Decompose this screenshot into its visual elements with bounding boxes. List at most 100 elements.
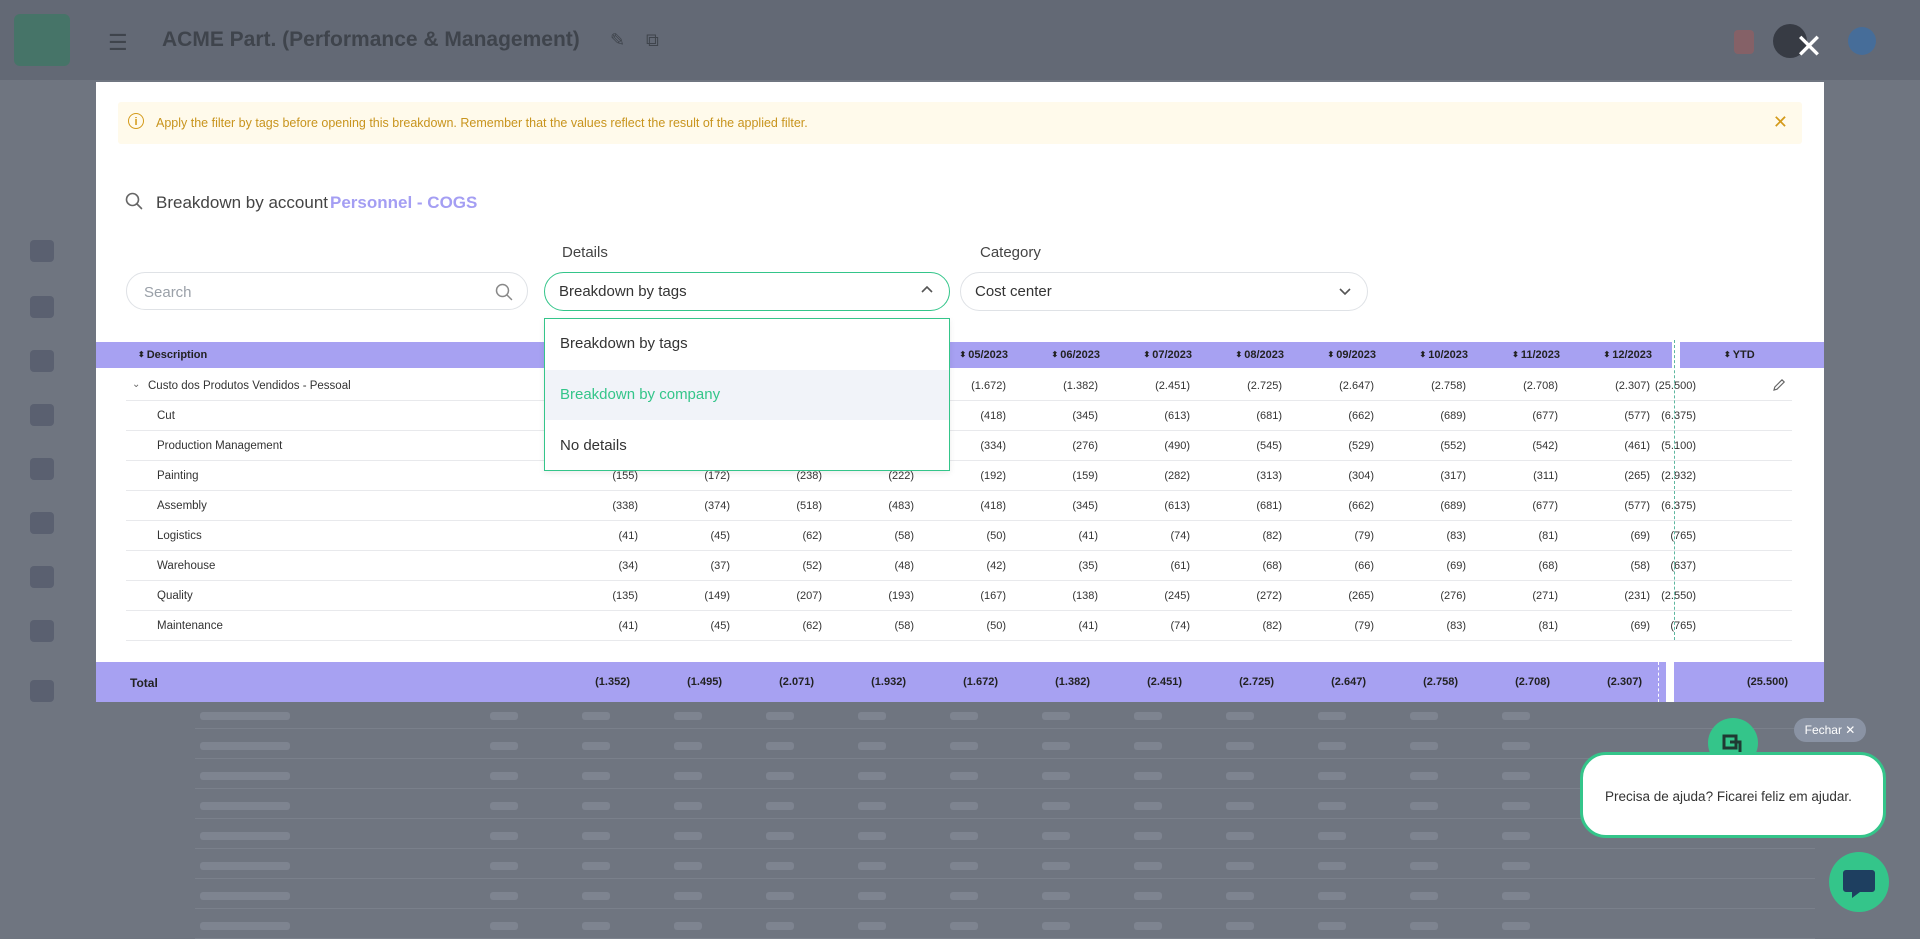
table-cell: (81) <box>1538 530 1558 542</box>
sort-icon: ⬍ <box>138 350 145 359</box>
sort-icon: ⬍ <box>1235 350 1243 359</box>
sidebar-icon <box>30 680 54 702</box>
background-cell <box>200 862 290 870</box>
background-row <box>195 788 1815 789</box>
column-header-label: 06/2023 <box>1060 349 1100 361</box>
sort-icon: ⬍ <box>959 350 967 359</box>
table-cell: (83) <box>1446 620 1466 632</box>
table-cell: (311) <box>1533 470 1558 482</box>
table-row[interactable]: Logistics (41) (45) (62) (58) (50) (41) (74) (82… <box>126 520 1792 551</box>
table-cell: (338) <box>612 500 638 512</box>
background-cell <box>1042 892 1070 900</box>
table-cell-ytd: (2.550) <box>1661 590 1696 602</box>
details-select[interactable]: Breakdown by tags <box>544 272 950 311</box>
table-cell-ytd: (637) <box>1670 560 1696 572</box>
background-cell <box>1318 802 1346 810</box>
column-header-month[interactable]: ⬍ 06/2023 <box>1038 349 1100 361</box>
search-field[interactable] <box>126 272 528 310</box>
column-header-month[interactable]: ⬍ 08/2023 <box>1222 349 1284 361</box>
details-select-value: Breakdown by tags <box>559 283 687 300</box>
background-cell <box>1318 742 1346 750</box>
row-description: Logistics <box>157 530 202 542</box>
background-cell <box>490 862 518 870</box>
background-cell <box>1226 772 1254 780</box>
table-row[interactable]: Warehouse (34) (37) (52) (48) (42) (35) (61) (68… <box>126 550 1792 581</box>
sidebar-icon <box>30 404 54 426</box>
background-cell <box>1134 832 1162 840</box>
total-divider <box>1658 662 1659 702</box>
column-header-month[interactable]: ⬍ 07/2023 <box>1130 349 1192 361</box>
background-cell <box>1410 712 1438 720</box>
category-select[interactable]: Cost center <box>960 272 1368 311</box>
table-cell: (2.758) <box>1431 380 1466 392</box>
table-row[interactable]: Painting (155) (172) (238) (222) (192) (159) (2… <box>126 460 1792 491</box>
table-cell: (662) <box>1348 500 1374 512</box>
background-cell <box>200 802 290 810</box>
column-header-month[interactable]: ⬍ 09/2023 <box>1314 349 1376 361</box>
dropdown-option-tags[interactable]: Breakdown by tags <box>545 319 949 369</box>
background-cell <box>490 922 518 930</box>
column-header-month[interactable]: ⬍ 11/2023 <box>1498 349 1560 361</box>
search-icon <box>495 283 513 306</box>
background-cell <box>1318 892 1346 900</box>
background-cell <box>766 772 794 780</box>
background-cell <box>858 712 886 720</box>
background-cell <box>1134 892 1162 900</box>
background-cell <box>674 832 702 840</box>
column-header-month[interactable]: ⬍ 12/2023 <box>1590 349 1652 361</box>
background-cell <box>674 892 702 900</box>
table-row-parent[interactable]: ⌄ Custo dos Produtos Vendidos - Pessoal (1… <box>126 370 1792 401</box>
column-header-ytd[interactable]: ⬍ YTD <box>1724 349 1755 361</box>
total-label: Total <box>130 676 158 690</box>
row-description: Maintenance <box>157 620 223 632</box>
edit-icon[interactable] <box>1772 378 1786 397</box>
collapse-icon[interactable]: ⌄ <box>132 379 140 390</box>
details-dropdown-menu: Breakdown by tags Breakdown by company N… <box>544 318 950 471</box>
background-cell <box>1502 922 1530 930</box>
background-cell <box>1502 892 1530 900</box>
sort-icon: ⬍ <box>1724 350 1731 359</box>
table-cell: (62) <box>802 530 822 542</box>
table-cell: (2.647) <box>1339 380 1374 392</box>
table-cell: (35) <box>1078 560 1098 572</box>
background-cell <box>858 892 886 900</box>
search-input[interactable] <box>142 283 476 302</box>
background-cell <box>766 892 794 900</box>
table-cell: (62) <box>802 620 822 632</box>
background-cell <box>766 712 794 720</box>
background-cell <box>1042 862 1070 870</box>
dropdown-option-company[interactable]: Breakdown by company <box>545 370 949 420</box>
table-row[interactable]: Production Management (334) (276) (490) (545… <box>126 430 1792 461</box>
table-cell: (418) <box>980 500 1006 512</box>
background-cell <box>1318 862 1346 870</box>
app-logo <box>14 14 70 66</box>
chat-message-bubble[interactable]: Precisa de ajuda? Ficarei feliz em ajuda… <box>1580 752 1886 838</box>
alert-close-button[interactable]: ✕ <box>1773 112 1788 133</box>
table-cell: (304) <box>1348 470 1374 482</box>
table-cell: (79) <box>1354 620 1374 632</box>
chat-launcher-button[interactable] <box>1829 852 1889 912</box>
table-header: ⬍ Description ⬍ 05/2023 ⬍ 06/2023 ⬍ 07/2023 ⬍ 08… <box>96 342 1824 368</box>
table-row[interactable]: Cut (418) (345) (613) (681) (662) (689) (677) (5… <box>126 400 1792 431</box>
background-cell <box>582 832 610 840</box>
total-cell: (2.708) <box>1515 676 1550 688</box>
table-cell: (313) <box>1256 470 1282 482</box>
table-row[interactable]: Maintenance (41) (45) (62) (58) (50) (41) (74) (… <box>126 610 1792 641</box>
table-row[interactable]: Assembly (338) (374) (518) (483) (418) (345) (6… <box>126 490 1792 521</box>
table-cell: (66) <box>1354 560 1374 572</box>
chat-message: Precisa de ajuda? Ficarei feliz em ajuda… <box>1605 789 1852 804</box>
background-cell <box>1502 772 1530 780</box>
background-cell <box>200 922 290 930</box>
breakdown-modal: i Apply the filter by tags before openin… <box>96 82 1824 702</box>
column-header-month[interactable]: ⬍ 10/2023 <box>1406 349 1468 361</box>
column-header-month[interactable]: ⬍ 05/2023 <box>946 349 1008 361</box>
table-row[interactable]: Quality (135) (149) (207) (193) (167) (138) (24… <box>126 580 1792 611</box>
background-cell <box>490 772 518 780</box>
chat-close-button[interactable]: Fechar ✕ <box>1794 718 1866 742</box>
column-header-description[interactable]: ⬍ Description <box>138 349 207 361</box>
table-cell: (34) <box>618 560 638 572</box>
option-label: Breakdown by company <box>560 386 721 403</box>
dropdown-option-no-details[interactable]: No details <box>545 421 949 471</box>
background-row <box>195 848 1815 849</box>
close-modal-button[interactable]: ✕ <box>1792 30 1826 64</box>
